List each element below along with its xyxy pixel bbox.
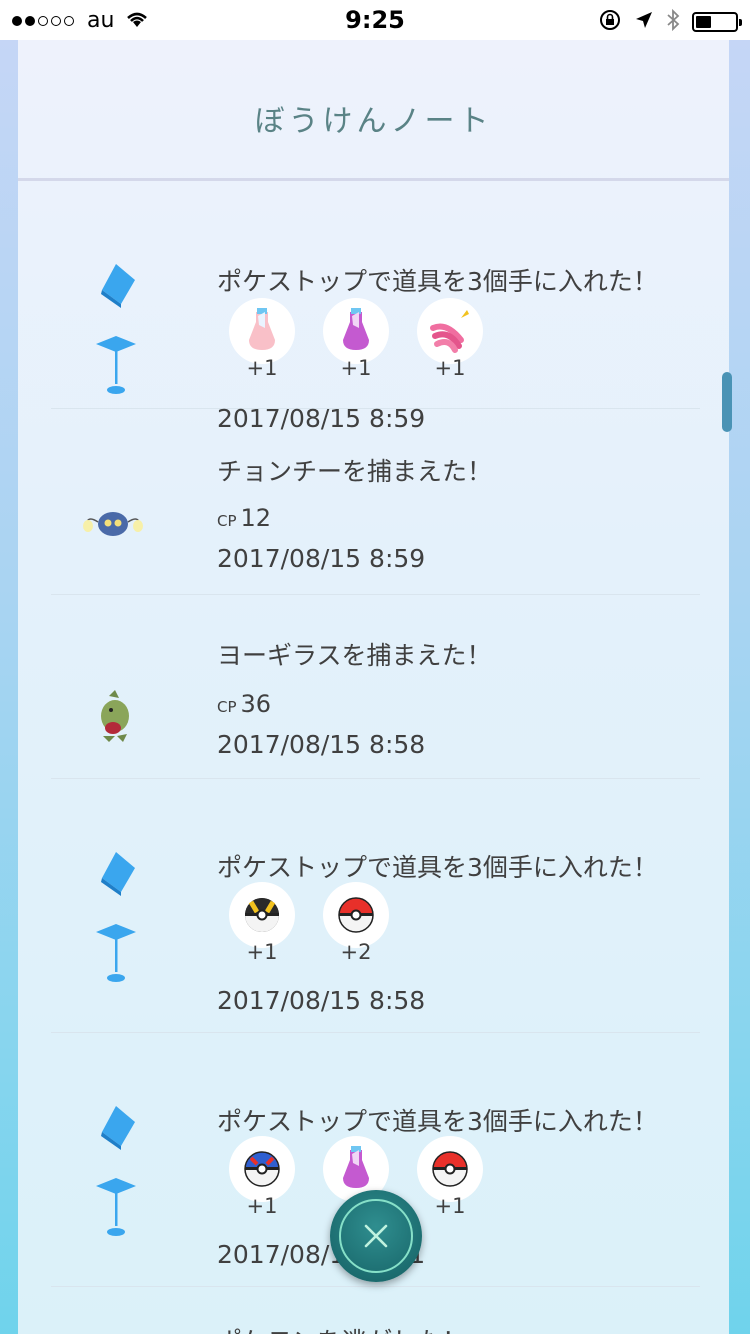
battery-level	[696, 16, 712, 28]
poke-ball-icon	[417, 1136, 483, 1202]
item-reward: +1	[417, 298, 483, 382]
journal-panel: ぼうけんノート ポケストップで道具を3個手に入れた！ +1 +1 +1 2017…	[18, 40, 729, 1334]
pokestop-icon	[91, 846, 141, 990]
item-quantity: +1	[434, 1194, 466, 1218]
item-reward: +1	[229, 298, 295, 382]
item-quantity: +1	[434, 356, 466, 380]
item-quantity: +1	[246, 1194, 278, 1218]
cp-label: CP	[217, 512, 237, 530]
great-ball-icon	[229, 1136, 295, 1202]
cp-value: CP 12	[217, 504, 271, 532]
chinchou-icon	[81, 502, 145, 546]
item-reward: +1	[417, 1136, 483, 1220]
item-reward: +1	[323, 298, 389, 382]
journal-entry-pokestop: ポケストップで道具を3個手に入れた！ +1 +1	[51, 220, 700, 433]
status-bar: au 9:25	[0, 0, 750, 40]
item-reward: +1	[229, 1136, 295, 1220]
item-quantity: +1	[340, 356, 372, 380]
cp-value: CP 36	[217, 690, 271, 718]
ultra-ball-icon	[229, 882, 295, 948]
partial-entry-title: ポケモンを逃がした！	[217, 1322, 467, 1334]
journal-header: ぼうけんノート	[18, 40, 729, 181]
cp-label: CP	[217, 698, 237, 716]
pokestop-icon	[91, 1100, 141, 1244]
location-arrow-icon	[634, 10, 654, 34]
close-button[interactable]	[330, 1190, 422, 1282]
journal-entry-pokestop: ポケストップで道具を3個手に入れた！ +1 +2 2017/08/15 8:58	[51, 778, 700, 1033]
pokestop-icon	[91, 258, 141, 402]
item-quantity: +1	[246, 940, 278, 964]
item-reward: +2	[323, 882, 389, 966]
page-title: ぼうけんノート	[254, 104, 493, 139]
nanab-berry-icon	[417, 298, 483, 364]
potion-icon	[229, 298, 295, 364]
scrollbar[interactable]	[722, 372, 732, 432]
status-right	[598, 8, 742, 36]
super-potion-icon	[323, 298, 389, 364]
entry-title: ポケストップで道具を3個手に入れた！	[217, 267, 658, 296]
battery-icon	[692, 12, 742, 32]
bluetooth-icon	[666, 8, 680, 36]
entry-date: 2017/08/15 8:58	[217, 986, 426, 1015]
close-icon	[364, 1224, 388, 1248]
item-reward: +1	[229, 882, 295, 966]
larvitar-icon	[91, 688, 141, 750]
item-quantity: +2	[340, 940, 372, 964]
cp-number: 36	[240, 690, 272, 718]
orientation-lock-icon	[598, 8, 622, 36]
cp-number: 12	[240, 504, 272, 532]
entry-title: ポケストップで道具を3個手に入れた！	[217, 1107, 658, 1136]
poke-ball-icon	[323, 882, 389, 948]
journal-entry-catch: チョンチーを捕まえた！ CP 12 2017/08/15 8:59	[51, 408, 700, 595]
entry-date: 2017/08/15 8:58	[217, 730, 426, 759]
entry-date: 2017/08/15 8:59	[217, 544, 426, 573]
entry-title: チョンチーを捕まえた！	[217, 457, 493, 486]
journal-entry-catch: ヨーギラスを捕まえた！ CP 36 2017/08/15 8:58	[51, 594, 700, 779]
entry-title: ヨーギラスを捕まえた！	[217, 641, 492, 670]
item-quantity: +1	[246, 356, 278, 380]
entry-title: ポケストップで道具を3個手に入れた！	[217, 853, 658, 882]
